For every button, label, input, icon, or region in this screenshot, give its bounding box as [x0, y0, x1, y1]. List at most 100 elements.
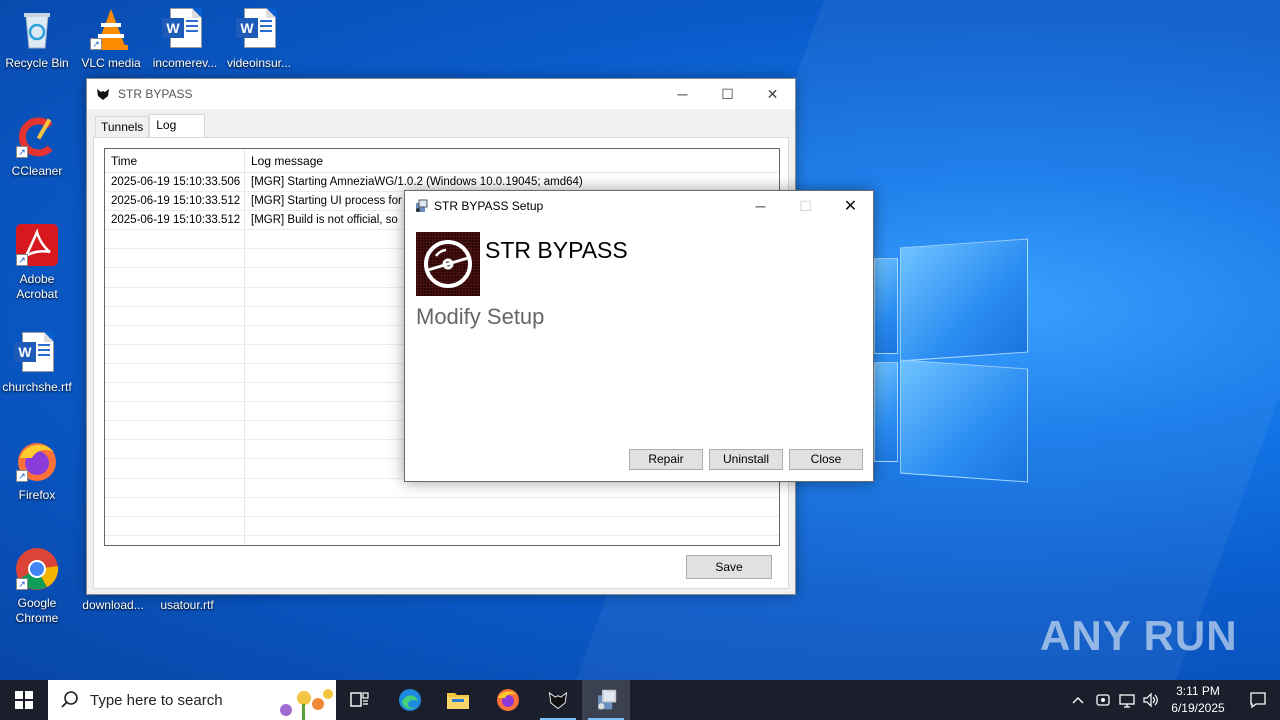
desktop-icon-incomerev[interactable]: W incomerev...: [148, 6, 222, 71]
start-button[interactable]: [0, 680, 48, 720]
fox-logo-icon: [548, 691, 568, 710]
dialog-title: STR BYPASS Setup: [434, 199, 544, 213]
dialog-maximize-button: ☐: [799, 197, 812, 214]
tray-device[interactable]: [1094, 680, 1112, 720]
log-cell-time: [105, 249, 245, 268]
edge-icon: [399, 689, 421, 711]
window-title: STR BYPASS: [118, 87, 193, 101]
desktop-icon-usatour[interactable]: usatour.rtf: [150, 598, 224, 613]
desktop-icon-label: Recycle Bin: [5, 56, 69, 70]
log-table-header: Time Log message: [105, 149, 779, 173]
word-document-icon: W: [162, 6, 208, 52]
disc-icon: [424, 240, 472, 288]
log-cell-time: [105, 440, 245, 459]
log-cell-time: [105, 344, 245, 363]
windows-start-icon: [15, 691, 33, 709]
desktop-icon-firefox[interactable]: ↗ Firefox: [0, 438, 74, 503]
watermark: ANY RUN: [1040, 612, 1238, 659]
shortcut-arrow-icon: ↗: [16, 254, 28, 266]
search-placeholder: Type here to search: [90, 691, 223, 709]
desktop-icon-churchshe[interactable]: W churchshe.rtf: [0, 330, 74, 395]
log-cell-message: [MGR] Starting AmneziaWG/1.0.2 (Windows …: [251, 176, 583, 188]
task-view-button[interactable]: [336, 680, 384, 720]
column-header-message[interactable]: Log message: [245, 149, 779, 172]
desktop-icon-label: churchshe.rtf: [2, 380, 72, 394]
logo-pane: [900, 359, 1028, 483]
logo-pane: [874, 258, 898, 354]
log-cell-time: [105, 402, 245, 421]
tray-network[interactable]: [1118, 680, 1136, 720]
minimize-button[interactable]: ─: [660, 79, 705, 109]
chrome-icon: ↗: [14, 546, 60, 592]
word-document-icon: W: [236, 6, 282, 52]
log-cell-message: [245, 498, 779, 516]
log-cell-time: [105, 459, 245, 478]
dialog-minimize-button[interactable]: ─: [738, 191, 783, 221]
device-icon: [1096, 694, 1110, 706]
taskbar-search-box[interactable]: Type here to search: [48, 680, 336, 720]
product-logo: [416, 232, 480, 296]
desktop-icon-label: CCleaner: [11, 164, 63, 178]
log-row-empty[interactable]: [105, 497, 779, 517]
log-row-empty[interactable]: [105, 516, 779, 536]
search-icon: [61, 691, 78, 708]
column-header-time[interactable]: Time: [105, 149, 245, 172]
desktop-icon-label: usatour.rtf: [160, 598, 214, 612]
log-cell-time: [105, 421, 245, 440]
log-cell-message: [245, 536, 779, 545]
log-cell-time: 2025-06-19 15:10:33.512: [105, 192, 245, 211]
log-cell-time: [105, 306, 245, 325]
save-button[interactable]: Save: [686, 555, 772, 579]
firefox-icon: ↗: [14, 438, 60, 484]
desktop-icon-label: VLC media: [81, 56, 141, 70]
uninstall-button[interactable]: Uninstall: [709, 449, 783, 470]
taskbar-clock[interactable]: 3:11 PM 6/19/2025: [1160, 683, 1236, 717]
desktop-icon-ccleaner[interactable]: ↗ CCleaner: [0, 114, 74, 179]
desktop-icon-adobe-acrobat[interactable]: ↗ Adobe Acrobat: [0, 222, 74, 302]
desktop-icon-google-chrome[interactable]: ↗ Google Chrome: [0, 546, 74, 626]
show-hidden-icons-button[interactable]: [1068, 680, 1088, 720]
desktop-icon-videoinsur[interactable]: W videoinsur...: [222, 6, 296, 71]
logo-pane: [900, 238, 1028, 362]
desktop-icon-label: Adobe Acrobat: [16, 272, 58, 301]
log-cell-message: [245, 517, 779, 535]
logo-pane: [874, 362, 898, 462]
log-cell-time: [105, 516, 245, 535]
close-button[interactable]: ✕: [750, 79, 795, 109]
log-row-empty[interactable]: [105, 535, 779, 545]
title-bar[interactable]: STR BYPASS ─ ☐ ✕: [87, 79, 795, 109]
maximize-button[interactable]: ☐: [705, 79, 750, 109]
repair-button[interactable]: Repair: [629, 449, 703, 470]
tab-tunnels[interactable]: Tunnels: [95, 116, 150, 138]
action-center-button[interactable]: [1236, 680, 1280, 720]
log-cell-time: [105, 268, 245, 287]
desktop-icon-vlc[interactable]: ↗ VLC media: [74, 6, 148, 71]
desktop-icon-label: Firefox: [18, 488, 56, 502]
installer-icon: [598, 689, 617, 710]
close-dialog-button[interactable]: Close: [789, 449, 863, 470]
taskbar-edge[interactable]: [386, 680, 434, 720]
taskbar-file-explorer[interactable]: [434, 680, 482, 720]
taskbar-firefox[interactable]: [484, 680, 532, 720]
setup-dialog: STR BYPASS Setup ─ ☐ ✕ STR BYPASS Modify…: [404, 190, 874, 482]
desktop-icon-recycle-bin[interactable]: Recycle Bin: [0, 6, 74, 71]
network-icon: [1119, 694, 1135, 708]
shortcut-arrow-icon: ↗: [16, 470, 28, 482]
tab-bar: Tunnels Log: [95, 114, 206, 138]
tab-log[interactable]: Log: [149, 114, 206, 138]
speaker-icon: [1143, 692, 1158, 708]
dialog-title-bar[interactable]: STR BYPASS Setup ─ ☐ ✕: [405, 191, 873, 221]
desktop-icon-download[interactable]: download...: [76, 598, 150, 613]
folder-icon: [447, 693, 469, 709]
taskbar-setup[interactable]: [582, 680, 630, 720]
chevron-up-icon: [1072, 697, 1084, 704]
shortcut-arrow-icon: ↗: [16, 146, 28, 158]
log-cell-time: 2025-06-19 15:10:33.512: [105, 211, 245, 230]
firefox-icon: [497, 689, 519, 711]
taskbar-str-bypass[interactable]: [534, 680, 582, 720]
desktop-icon-label: videoinsur...: [226, 56, 292, 70]
shortcut-arrow-icon: ↗: [90, 38, 102, 50]
dialog-close-button[interactable]: ✕: [828, 191, 873, 221]
recycle-bin-icon: [14, 6, 60, 52]
tray-volume[interactable]: [1142, 680, 1160, 720]
